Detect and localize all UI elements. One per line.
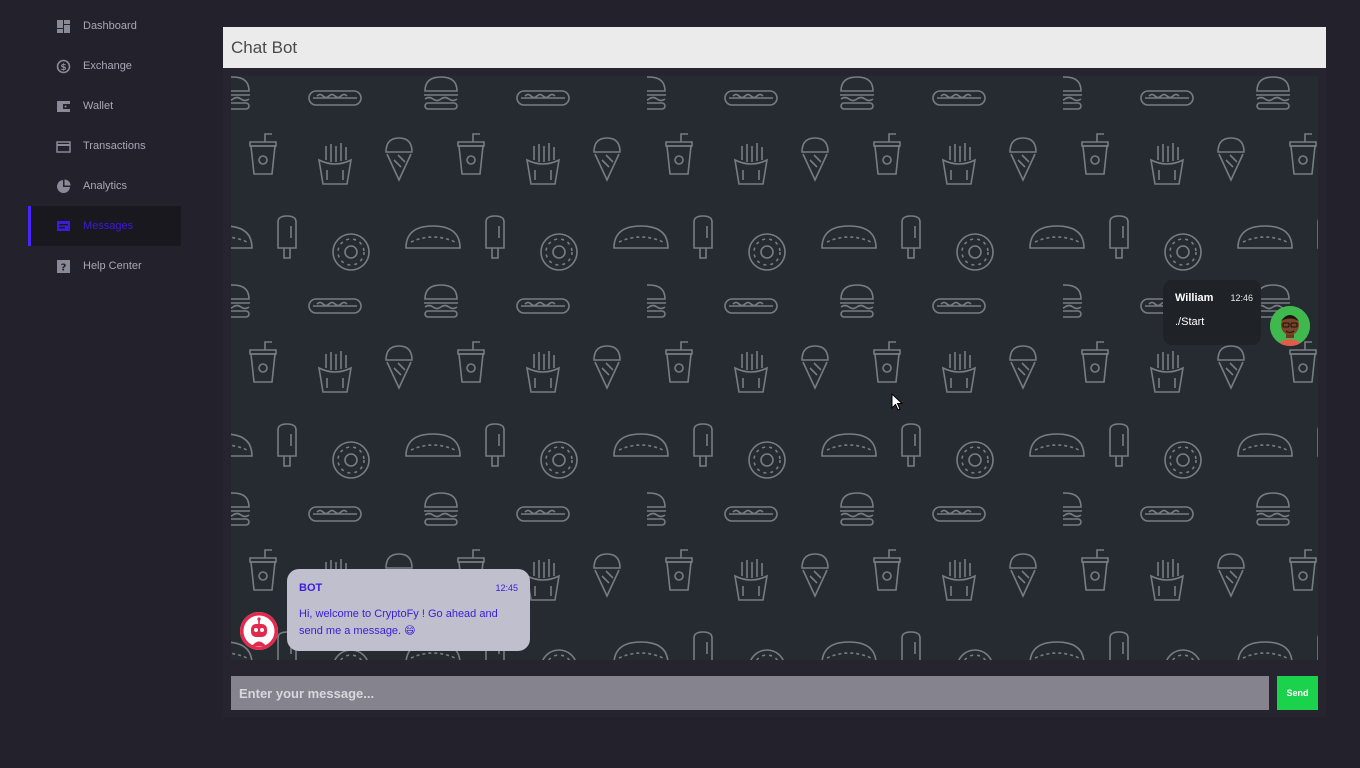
user-avatar	[1270, 306, 1310, 346]
wallet-icon	[56, 99, 71, 114]
send-button[interactable]: Send	[1277, 676, 1318, 710]
svg-text:?: ?	[61, 262, 67, 273]
message-input[interactable]	[231, 676, 1269, 710]
message-bubble-user: William 12:46 ./Start	[1163, 280, 1261, 345]
help-icon: ?	[56, 259, 71, 274]
chat-title: Chat Bot	[231, 37, 298, 57]
dashboard-icon	[56, 19, 71, 34]
sidebar-item-transactions[interactable]: Transactions	[28, 126, 181, 166]
card-icon	[56, 139, 71, 154]
sidebar-item-help-center[interactable]: ? Help Center	[28, 246, 181, 286]
svg-text:$: $	[60, 63, 66, 73]
message-time: 12:45	[495, 583, 518, 593]
message-author: BOT	[299, 582, 323, 594]
sidebar-item-label: Help Center	[83, 260, 142, 272]
sidebar-item-label: Dashboard	[83, 20, 137, 32]
sidebar-item-label: Transactions	[83, 140, 146, 152]
chat-icon	[56, 219, 71, 234]
message-text: ./Start	[1175, 316, 1205, 328]
chat-header: Chat Bot	[223, 27, 1326, 68]
sidebar-item-messages[interactable]: Messages	[28, 206, 181, 246]
sidebar: Dashboard $ Exchange Wallet Transactions…	[28, 6, 181, 286]
exchange-icon: $	[56, 59, 71, 74]
sidebar-item-label: Messages	[83, 220, 134, 232]
message-area[interactable]: William 12:46 ./Start BOT 12:45 Hi, welc…	[231, 76, 1318, 660]
sidebar-item-label: Analytics	[83, 180, 128, 192]
message-bubble-bot: BOT 12:45 Hi, welcome to CryptoFy ! Go a…	[287, 569, 530, 651]
sidebar-item-dashboard[interactable]: Dashboard	[28, 6, 181, 46]
sidebar-item-label: Exchange	[83, 60, 132, 72]
mouse-cursor-icon	[891, 393, 903, 411]
message-text: Hi, welcome to CryptoFy ! Go ahead and s…	[299, 608, 498, 637]
chat-panel: Chat Bot William 12:46 ./Start BOT 12:45…	[223, 27, 1326, 717]
pie-chart-icon	[56, 179, 71, 194]
sidebar-item-wallet[interactable]: Wallet	[28, 86, 181, 126]
message-time: 12:46	[1230, 293, 1253, 303]
sidebar-item-exchange[interactable]: $ Exchange	[28, 46, 181, 86]
sidebar-item-analytics[interactable]: Analytics	[28, 166, 181, 206]
sidebar-item-label: Wallet	[83, 100, 114, 112]
bot-avatar	[240, 612, 278, 650]
